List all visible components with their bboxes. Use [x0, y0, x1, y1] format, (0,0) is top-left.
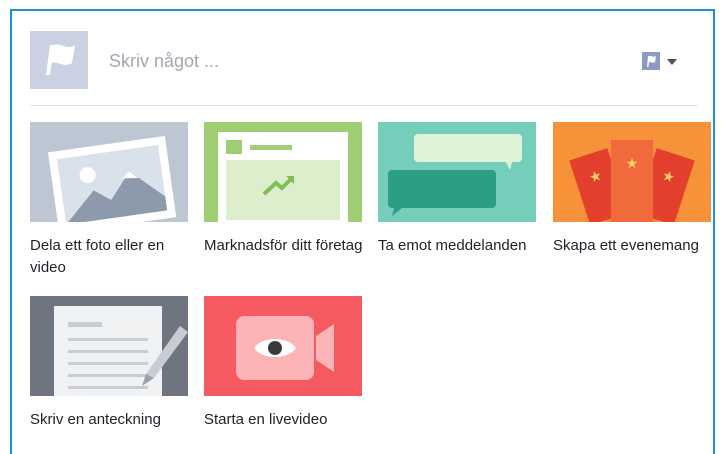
option-promote-business[interactable]: Marknadsför ditt företag: [204, 122, 362, 257]
option-label: Skapa ett evenemang: [553, 237, 699, 254]
option-label: Skriv en anteckning: [30, 411, 161, 428]
note-thumbnail: [30, 296, 188, 396]
option-label: Dela ett foto eller en video: [30, 237, 165, 276]
page-flag-icon: [46, 44, 75, 75]
divider: [30, 105, 698, 106]
flag-icon: [642, 52, 660, 70]
tickets-icon: ★ ★ ★: [569, 140, 695, 222]
svg-text:★: ★: [626, 155, 639, 171]
post-input[interactable]: Skriv något ...: [109, 51, 219, 72]
live-video-thumbnail: [204, 296, 362, 396]
option-write-note[interactable]: Skriv en anteckning: [30, 296, 188, 431]
option-label: Marknadsför ditt företag: [204, 237, 363, 254]
option-receive-messages[interactable]: Ta emot meddelanden: [378, 122, 536, 257]
promote-thumbnail: [204, 122, 362, 222]
photo-thumbnail: [30, 122, 188, 222]
option-create-event[interactable]: ★ ★ ★ Skapa ett evenemang: [553, 122, 711, 257]
option-start-live-video[interactable]: Starta en livevideo: [204, 296, 362, 431]
page-avatar[interactable]: [30, 31, 88, 89]
post-composer: Skriv något ... Dela ett foto eller en v…: [10, 9, 715, 454]
messages-thumbnail: [378, 122, 536, 222]
promote-icon: [218, 132, 348, 222]
audience-selector[interactable]: [642, 52, 684, 72]
caret-down-icon: [667, 59, 677, 65]
photo-icon: [47, 135, 177, 222]
live-camera-icon: [236, 316, 334, 380]
note-icon: [54, 306, 188, 396]
chat-bubbles-icon: [388, 134, 522, 216]
option-label: Ta emot meddelanden: [378, 237, 527, 254]
composer-header: Skriv något ...: [30, 31, 690, 89]
option-label: Starta en livevideo: [204, 411, 328, 428]
event-thumbnail: ★ ★ ★: [553, 122, 711, 222]
option-share-photo-video[interactable]: Dela ett foto eller en video: [30, 122, 188, 279]
